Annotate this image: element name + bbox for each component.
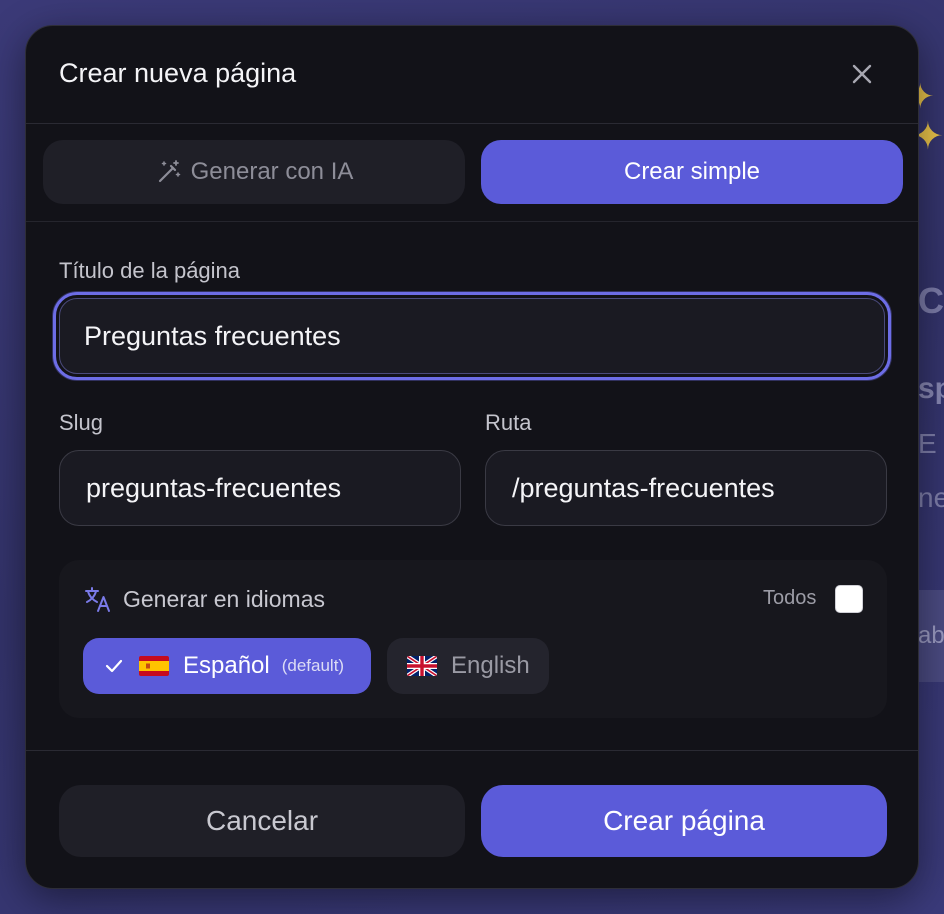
languages-panel: Generar en idiomas Todos Español (defaul… [59, 560, 887, 718]
close-icon [852, 64, 872, 84]
dialog-title: Crear nueva página [59, 58, 297, 88]
tab-label: Crear simple [623, 158, 761, 185]
languages-label: Generar en idiomas [123, 586, 325, 612]
language-chip-es[interactable]: Español (default) [83, 638, 371, 694]
tab-create-simple[interactable]: Crear simple [481, 140, 903, 204]
select-all-label: Todos [763, 587, 817, 609]
check-icon [105, 659, 123, 673]
background-text: E [918, 428, 937, 459]
background-text: C [918, 280, 944, 321]
uk-flag-icon [407, 656, 437, 676]
background-text: sp [918, 372, 944, 405]
slug-input[interactable]: preguntas-frecuentes [59, 450, 461, 526]
select-all-checkbox[interactable] [835, 585, 863, 613]
route-field-label: Ruta [485, 410, 532, 435]
magic-wand-icon [158, 160, 180, 183]
background-text: ne [918, 482, 944, 513]
page-title-input[interactable]: Preguntas frecuentes [59, 298, 885, 374]
dialog-header: Crear nueva página [26, 26, 918, 124]
title-field-focus-ring: Preguntas frecuentes [53, 292, 891, 380]
cancel-button[interactable]: Cancelar [59, 785, 465, 857]
tab-label: Generar con IA [190, 158, 354, 185]
language-name: Español [183, 652, 270, 679]
translate-icon [85, 587, 110, 612]
create-page-dialog: Crear nueva página Generar con IA Crear … [25, 25, 919, 889]
route-input[interactable]: /preguntas-frecuentes [485, 450, 887, 526]
spain-flag-icon [139, 656, 169, 676]
close-button[interactable] [844, 56, 880, 92]
mode-tabs: Generar con IA Crear simple [26, 124, 918, 222]
tab-generate-with-ai[interactable]: Generar con IA [43, 140, 465, 204]
language-name: English [451, 652, 530, 679]
language-chip-en[interactable]: English [387, 638, 549, 694]
create-page-button[interactable]: Crear página [481, 785, 887, 857]
dialog-footer: Cancelar Crear página [26, 750, 918, 888]
slug-field-label: Slug [59, 410, 104, 435]
background-text: ab [918, 622, 944, 649]
title-field-label: Título de la página [59, 258, 241, 283]
default-badge: (default) [281, 656, 345, 675]
